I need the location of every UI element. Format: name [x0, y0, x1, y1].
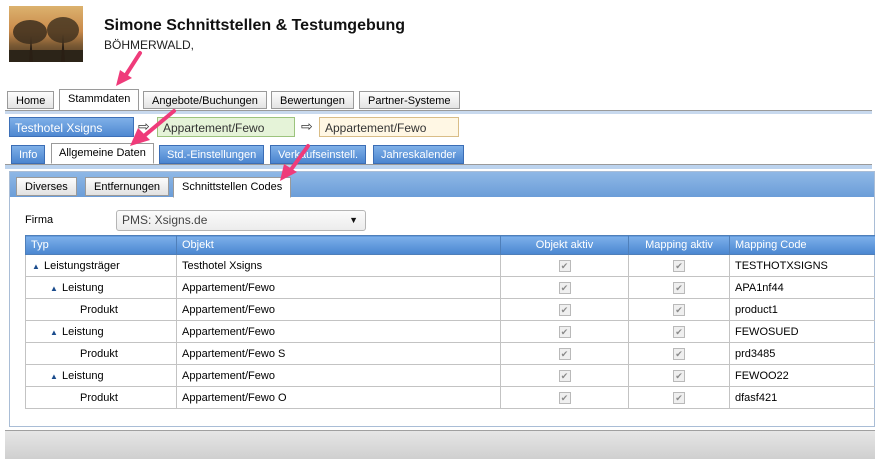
caret-up-icon[interactable]: ▲ [32, 262, 44, 271]
breadcrumb-produkt[interactable]: Appartement/Fewo [319, 117, 459, 137]
table-row[interactable]: ▲ Leistung Appartement/Fewo ✔ ✔ APA1nf44 [25, 276, 875, 299]
firma-select-value: PMS: Xsigns.de [122, 213, 208, 227]
column-header-mapping-aktiv[interactable]: Mapping aktiv [628, 235, 730, 255]
caret-up-icon[interactable]: ▲ [50, 284, 62, 293]
tab-partner-systeme[interactable]: Partner-Systeme [359, 91, 460, 109]
sub-tab-bar [5, 164, 872, 169]
caret-up-icon[interactable]: ▲ [50, 372, 62, 381]
tab-jahreskalender[interactable]: Jahreskalender [373, 145, 465, 164]
content-panel: Diverses Entfernungen Schnittstellen Cod… [9, 171, 875, 427]
chevron-down-icon: ▼ [349, 215, 358, 225]
tab-diverses[interactable]: Diverses [16, 177, 77, 196]
objekt-aktiv-checkbox[interactable]: ✔ [558, 259, 571, 272]
mapping-aktiv-checkbox[interactable]: ✔ [673, 369, 685, 382]
typ-cell: Produkt [25, 386, 177, 409]
tab-info[interactable]: Info [11, 145, 46, 164]
tab-bewertungen[interactable]: Bewertungen [271, 91, 354, 109]
tab-entfernungen[interactable]: Entfernungen [85, 177, 170, 196]
objekt-aktiv-checkbox[interactable]: ✔ [558, 325, 571, 338]
column-header-mapping-code[interactable]: Mapping Code [729, 235, 875, 255]
mapping-aktiv-checkbox[interactable]: ✔ [673, 303, 685, 316]
firma-label: Firma [25, 214, 54, 226]
page-title: Simone Schnittstellen & Testumgebung [104, 17, 406, 34]
objekt-aktiv-checkbox[interactable]: ✔ [558, 347, 571, 360]
mapping-code-cell[interactable]: product1 [729, 298, 875, 321]
column-header-objekt[interactable]: Objekt [176, 235, 501, 255]
objekt-cell: Testhotel Xsigns [176, 254, 501, 277]
typ-cell: Leistung [62, 369, 104, 382]
schnittstellen-table: Typ Objekt Objekt aktiv Mapping aktiv Ma… [25, 235, 875, 409]
objekt-aktiv-checkbox[interactable]: ✔ [558, 281, 571, 294]
table-row[interactable]: ▲ Leistung Appartement/Fewo ✔ ✔ FEWOO22 [25, 364, 875, 387]
pink-arrow-icon [280, 144, 310, 181]
table-row[interactable]: Produkt Appartement/Fewo ✔ ✔ product1 [25, 298, 875, 321]
mapping-code-cell[interactable]: FEWOSUED [729, 320, 875, 343]
firma-select[interactable]: PMS: Xsigns.de ▼ [116, 210, 366, 231]
tab-angebote-buchungen[interactable]: Angebote/Buchungen [143, 91, 267, 109]
typ-cell: Leistung [62, 281, 104, 294]
typ-cell: Produkt [25, 298, 177, 321]
arrow-right-icon: ⇨ [301, 118, 313, 134]
table-row[interactable]: Produkt Appartement/Fewo S ✔ ✔ prd3485 [25, 342, 875, 365]
typ-cell: Leistungsträger [44, 259, 120, 272]
objekt-aktiv-checkbox[interactable]: ✔ [558, 391, 571, 404]
caret-up-icon[interactable]: ▲ [50, 328, 62, 337]
table-row[interactable]: ▲ Leistungsträger Testhotel Xsigns ✔ ✔ TE… [25, 254, 875, 277]
footer-bar [5, 430, 875, 459]
mapping-code-cell[interactable]: APA1nf44 [729, 276, 875, 299]
mapping-aktiv-checkbox[interactable]: ✔ [673, 391, 685, 404]
breadcrumb-hotel[interactable]: Testhotel Xsigns [9, 117, 134, 137]
pink-arrow-icon [116, 51, 142, 86]
mapping-aktiv-checkbox[interactable]: ✔ [673, 259, 685, 272]
mapping-code-cell[interactable]: dfasf421 [729, 386, 875, 409]
hotel-logo [9, 6, 83, 62]
mapping-aktiv-checkbox[interactable]: ✔ [673, 325, 685, 338]
objekt-cell: Appartement/Fewo [176, 320, 501, 343]
panel-tab-bar: Diverses Entfernungen Schnittstellen Cod… [10, 172, 874, 198]
typ-cell: Produkt [25, 342, 177, 365]
table-row[interactable]: Produkt Appartement/Fewo O ✔ ✔ dfasf421 [25, 386, 875, 409]
objekt-aktiv-checkbox[interactable]: ✔ [558, 369, 571, 382]
column-header-typ[interactable]: Typ [25, 235, 177, 255]
column-header-objekt-aktiv[interactable]: Objekt aktiv [500, 235, 629, 255]
table-header-row: Typ Objekt Objekt aktiv Mapping aktiv Ma… [25, 235, 875, 255]
objekt-aktiv-checkbox[interactable]: ✔ [558, 303, 571, 316]
pink-arrow-icon [130, 109, 176, 146]
typ-cell: Leistung [62, 325, 104, 338]
table-row[interactable]: ▲ Leistung Appartement/Fewo ✔ ✔ FEWOSUED [25, 320, 875, 343]
tab-home[interactable]: Home [7, 91, 55, 109]
objekt-cell: Appartement/Fewo [176, 298, 501, 321]
mapping-code-cell[interactable]: prd3485 [729, 342, 875, 365]
mapping-aktiv-checkbox[interactable]: ✔ [673, 347, 685, 360]
mapping-aktiv-checkbox[interactable]: ✔ [673, 281, 685, 294]
objekt-cell: Appartement/Fewo S [176, 342, 501, 365]
mapping-code-cell[interactable]: FEWOO22 [729, 364, 875, 387]
objekt-cell: Appartement/Fewo [176, 364, 501, 387]
mapping-code-cell[interactable]: TESTHOTXSIGNS [729, 254, 875, 277]
objekt-cell: Appartement/Fewo [176, 276, 501, 299]
objekt-cell: Appartement/Fewo O [176, 386, 501, 409]
